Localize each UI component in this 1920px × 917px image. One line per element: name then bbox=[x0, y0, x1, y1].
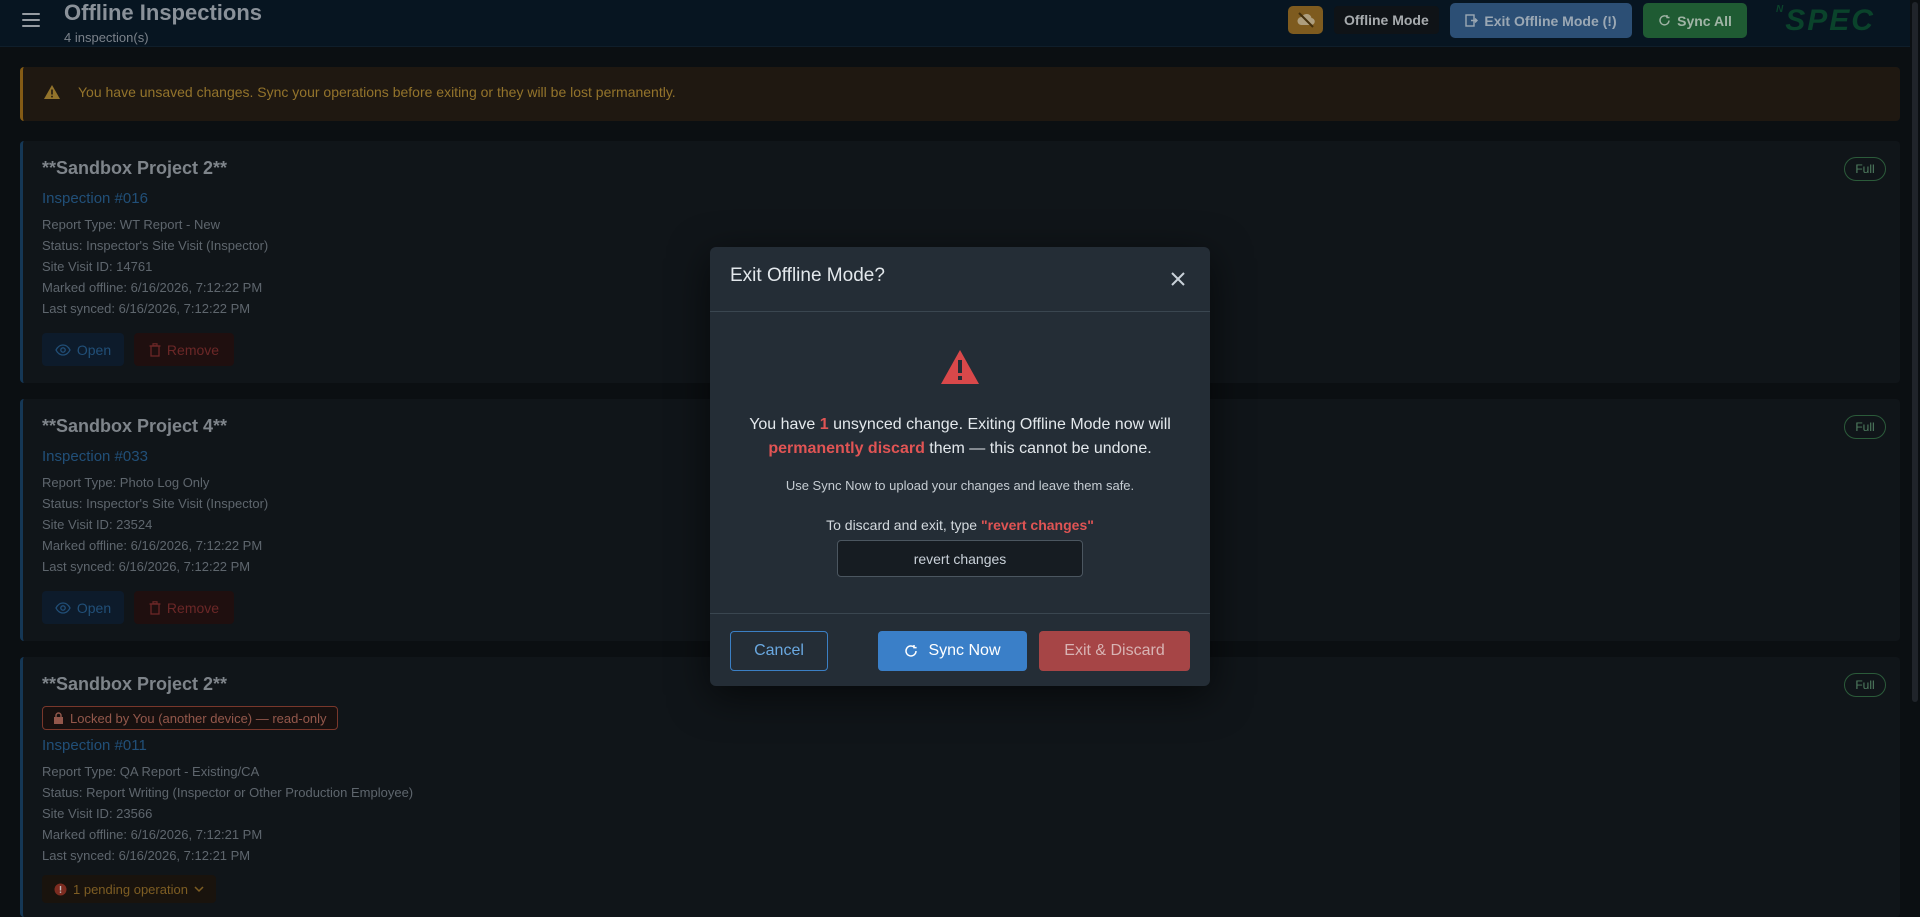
dialog-title: Exit Offline Mode? bbox=[730, 265, 885, 286]
exit-discard-button[interactable]: Exit & Discard bbox=[1039, 631, 1190, 671]
warning-triangle-icon bbox=[941, 350, 979, 384]
sync-hint: Use Sync Now to upload your changes and … bbox=[785, 478, 1135, 493]
sync-icon bbox=[905, 645, 918, 657]
close-icon[interactable] bbox=[1168, 269, 1188, 289]
dialog-body: You have 1 unsynced change. Exiting Offl… bbox=[710, 313, 1210, 613]
dialog-message: You have 1 unsynced change. Exiting Offl… bbox=[749, 416, 1171, 457]
confirm-prompt: To discard and exit, type "revert change… bbox=[826, 517, 1094, 533]
sync-now-button[interactable]: Sync Now bbox=[878, 631, 1027, 671]
confirm-phrase-input[interactable] bbox=[837, 540, 1083, 577]
exit-offline-dialog: Exit Offline Mode? You have 1 unsynced c… bbox=[710, 247, 1210, 686]
dialog-header: Exit Offline Mode? bbox=[710, 247, 1210, 312]
cancel-button[interactable]: Cancel bbox=[730, 631, 828, 671]
dialog-footer: Cancel Sync Now Exit & Discard bbox=[710, 613, 1210, 686]
